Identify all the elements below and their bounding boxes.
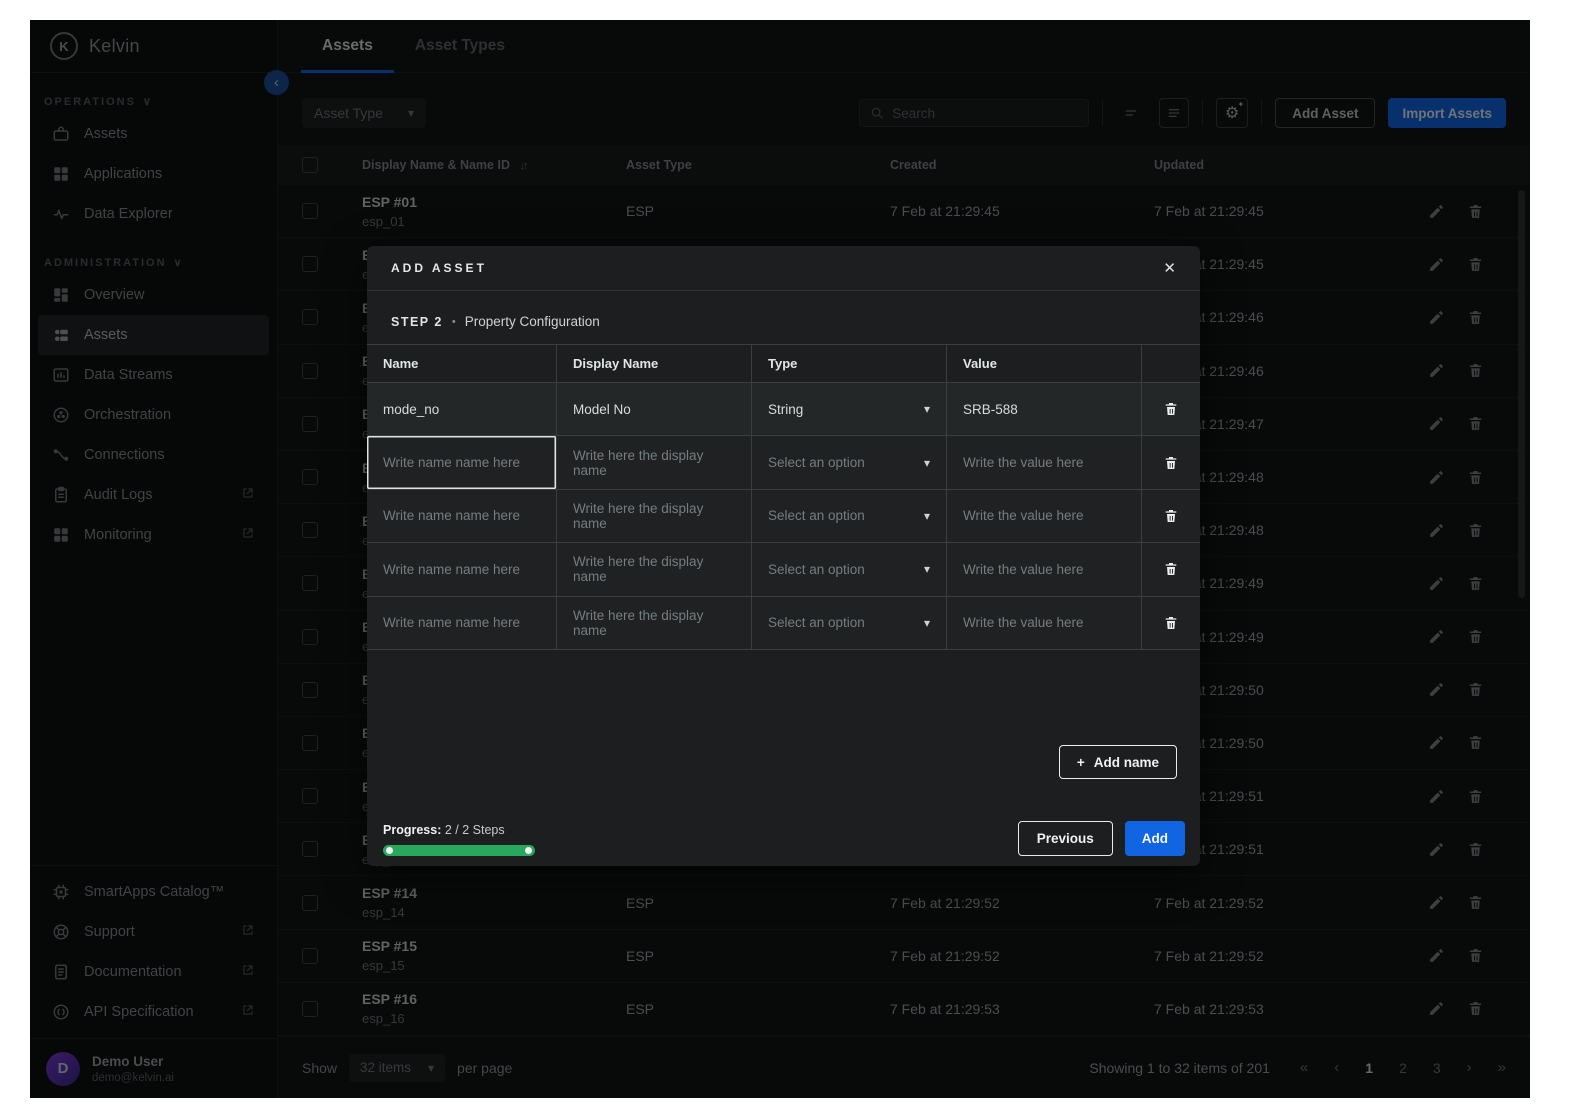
property-type-select[interactable]: Select an option ▾ (752, 436, 947, 488)
column-header-value: Value (947, 345, 1142, 382)
step-label: STEP 2 (391, 315, 443, 329)
column-header-display-name: Display Name (557, 345, 752, 382)
property-type-select[interactable]: Select an option ▾ (752, 490, 947, 542)
progress-bar (383, 845, 535, 856)
property-name-cell[interactable]: Write name name here (367, 543, 557, 595)
property-display-name-cell[interactable]: Write here the display name (557, 597, 752, 649)
property-row: Write name name here Write here the disp… (367, 543, 1200, 596)
page: K Kelvin OPERATIONS ∨ Assets Application… (0, 0, 1580, 1120)
property-display-name-cell[interactable]: Write here the display name (557, 490, 752, 542)
property-type-select[interactable]: String ▾ (752, 383, 947, 435)
property-display-name-cell[interactable]: Write here the display name (557, 436, 752, 488)
property-type-select[interactable]: Select an option ▾ (752, 597, 947, 649)
plus-icon: + (1077, 755, 1085, 770)
property-value-cell[interactable]: Write the value here (947, 543, 1142, 595)
column-header-type: Type (752, 345, 947, 382)
property-name-cell[interactable]: Write name name here (367, 436, 557, 488)
property-value-cell[interactable]: SRB-588 (947, 383, 1142, 435)
add-name-button[interactable]: + Add name (1059, 745, 1177, 779)
chevron-down-icon: ▾ (924, 562, 930, 576)
previous-button[interactable]: Previous (1018, 821, 1113, 856)
close-icon: ✕ (1163, 260, 1176, 277)
add-button[interactable]: Add (1125, 821, 1185, 856)
delete-row-button[interactable] (1163, 401, 1179, 417)
chevron-down-icon: ▾ (924, 509, 930, 523)
add-asset-modal: ADD ASSET ✕ STEP 2 • Property Configurat… (367, 246, 1200, 866)
property-name-cell[interactable]: Write name name here (367, 597, 557, 649)
property-row: Write name name here Write here the disp… (367, 436, 1200, 489)
column-header-name: Name (367, 345, 557, 382)
delete-row-button[interactable] (1163, 508, 1179, 524)
property-name-cell[interactable]: Write name name here (367, 490, 557, 542)
app-window: K Kelvin OPERATIONS ∨ Assets Application… (30, 20, 1530, 1098)
property-table-header: Name Display Name Type Value (367, 345, 1200, 383)
property-value-cell[interactable]: Write the value here (947, 490, 1142, 542)
property-value-cell[interactable]: Write the value here (947, 436, 1142, 488)
delete-row-button[interactable] (1163, 561, 1179, 577)
delete-trash-icon (1163, 508, 1179, 524)
property-row: mode_no Model No String ▾ SRB-588 (367, 383, 1200, 436)
chevron-down-icon: ▾ (924, 402, 930, 416)
property-display-name-cell[interactable]: Write here the display name (557, 543, 752, 595)
property-name-cell[interactable]: mode_no (367, 383, 557, 435)
bullet-icon: • (452, 316, 456, 328)
delete-trash-icon (1163, 615, 1179, 631)
modal-title: ADD ASSET (391, 261, 487, 275)
chevron-down-icon: ▾ (924, 616, 930, 630)
delete-trash-icon (1163, 455, 1179, 471)
property-type-select[interactable]: Select an option ▾ (752, 543, 947, 595)
property-row: Write name name here Write here the disp… (367, 597, 1200, 650)
property-value-cell[interactable]: Write the value here (947, 597, 1142, 649)
delete-row-button[interactable] (1163, 455, 1179, 471)
delete-row-button[interactable] (1163, 615, 1179, 631)
step-indicator: STEP 2 • Property Configuration (367, 291, 1200, 344)
chevron-down-icon: ▾ (924, 456, 930, 470)
modal-footer: Progress: 2 / 2 Steps Previous Add (383, 812, 1185, 856)
property-display-name-cell[interactable]: Model No (557, 383, 752, 435)
property-row: Write name name here Write here the disp… (367, 490, 1200, 543)
close-button[interactable]: ✕ (1163, 259, 1176, 277)
delete-trash-icon (1163, 561, 1179, 577)
modal-header: ADD ASSET ✕ (367, 246, 1200, 291)
step-name: Property Configuration (465, 314, 600, 329)
property-table: Name Display Name Type Value mode_no Mod… (367, 344, 1200, 650)
delete-trash-icon (1163, 401, 1179, 417)
progress-label: Progress: 2 / 2 Steps (383, 823, 535, 837)
progress: Progress: 2 / 2 Steps (383, 823, 535, 856)
